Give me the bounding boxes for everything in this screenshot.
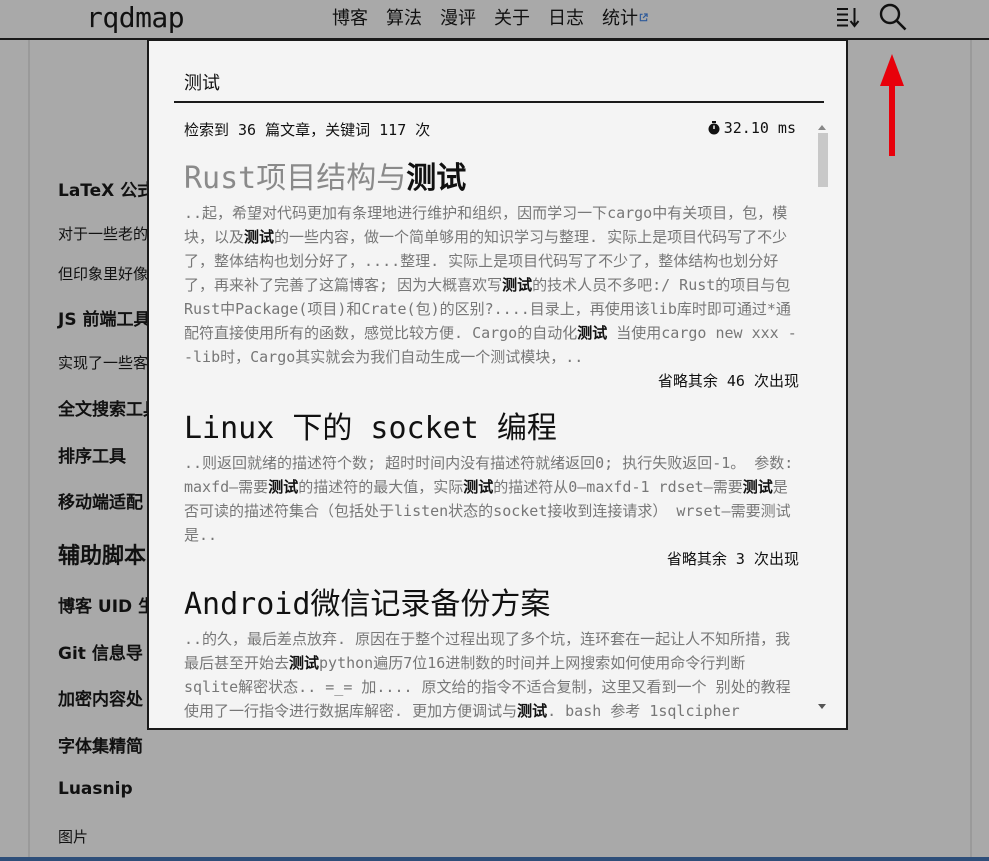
- result-excerpt: ..则返回就绪的描述符个数; 超时时间内没有描述符就绪返回0; 执行失败返回-1…: [184, 451, 799, 547]
- nav-blog[interactable]: 博客: [332, 4, 368, 30]
- sidebar-item: 对于一些老的: [58, 225, 149, 243]
- results-scrollbar[interactable]: [815, 121, 829, 713]
- nav-algorithm[interactable]: 算法: [386, 4, 422, 30]
- nav-about[interactable]: 关于: [494, 4, 530, 30]
- top-nav: rqdmap 博客 算法 漫评 关于 日志 统计: [0, 0, 989, 40]
- sidebar-item[interactable]: Luasnip: [58, 779, 133, 799]
- search-results: Rust项目结构与测试 ..起，希望对代码更加有条理地进行维护和组织，因而学习一下…: [184, 159, 799, 723]
- keyword-highlight: 测试: [268, 478, 299, 496]
- sidebar-item[interactable]: LaTeX 公式: [58, 176, 154, 201]
- sidebar-item[interactable]: 字体集精简: [58, 732, 143, 757]
- search-modal: 检索到 36 篇文章，关键词 117 次 32.10 ms Rust项目结构与测…: [147, 39, 848, 730]
- keyword-highlight: 测试: [463, 478, 494, 496]
- search-result: Linux 下的 socket 编程 ..则返回就绪的描述符个数; 超时时间内没有…: [184, 409, 799, 571]
- bottom-accent: [0, 857, 989, 861]
- sidebar-item: 图片: [58, 828, 89, 846]
- keyword-highlight: 测试: [502, 276, 533, 294]
- sidebar-item[interactable]: Git 信息导: [58, 639, 143, 664]
- sidebar-item[interactable]: 排序工具: [58, 442, 126, 467]
- sidebar-item[interactable]: 移动端适配: [58, 488, 143, 513]
- scroll-up-arrow[interactable]: [818, 125, 826, 130]
- scroll-down-arrow[interactable]: [818, 704, 826, 709]
- search-input[interactable]: [174, 63, 824, 103]
- nav-reviews[interactable]: 漫评: [440, 4, 476, 30]
- external-link-icon: [639, 13, 648, 22]
- annotation-arrow: [880, 54, 904, 156]
- sidebar-item[interactable]: 加密内容处: [58, 685, 143, 710]
- nav-stats: 统计: [602, 8, 638, 29]
- search-time: 32.10 ms: [723, 119, 796, 137]
- sidebar-item[interactable]: JS 前端工具: [58, 305, 151, 330]
- nav-stats-link[interactable]: 统计: [602, 4, 648, 30]
- result-title: Android微信记录备份方案: [184, 587, 551, 622]
- search-icon[interactable]: [878, 2, 908, 32]
- keyword-highlight: 测试: [742, 478, 773, 496]
- excerpt-text: 的描述符的最大值，实际: [298, 478, 464, 496]
- search-timing: 32.10 ms: [707, 119, 796, 137]
- nav-log[interactable]: 日志: [548, 4, 584, 30]
- result-more-count: 省略其余 3 次出现: [666, 550, 799, 568]
- result-title: Rust项目结构与: [184, 161, 407, 196]
- sidebar-item[interactable]: 博客 UID 生: [58, 592, 155, 617]
- scroll-thumb[interactable]: [818, 133, 828, 187]
- sidebar-item: 实现了一些客: [58, 354, 149, 372]
- sidebar-item[interactable]: 全文搜索工具: [58, 395, 160, 420]
- result-title-link[interactable]: Linux 下的 socket 编程: [184, 409, 799, 449]
- timer-icon: [708, 121, 720, 135]
- result-title-keyword: 测试: [406, 161, 467, 196]
- sidebar-item[interactable]: 辅助脚本: [58, 538, 146, 570]
- result-more-count: 省略其余 46 次出现: [657, 372, 799, 390]
- result-title: Linux 下的 socket 编程: [184, 411, 557, 446]
- result-title-link[interactable]: Android微信记录备份方案: [184, 585, 799, 625]
- search-result: Android微信记录备份方案 ..的久，最后差点放弃. 原因在于整个过程出现了多…: [184, 585, 799, 723]
- result-excerpt: ..起，希望对代码更加有条理地进行维护和组织，因而学习一下cargo中有关项目，…: [184, 201, 799, 369]
- sidebar-item: 但印象里好像: [58, 265, 149, 283]
- result-excerpt: ..的久，最后差点放弃. 原因在于整个过程出现了多个坑，连环套在一起让人不知所措…: [184, 627, 799, 723]
- sort-icon[interactable]: [836, 6, 860, 28]
- keyword-highlight: 测试: [244, 228, 275, 246]
- nav-links: 博客 算法 漫评 关于 日志 统计: [332, 4, 648, 30]
- keyword-highlight: 测试: [517, 702, 548, 720]
- search-summary: 检索到 36 篇文章，关键词 117 次: [184, 121, 431, 139]
- keyword-highlight: 测试: [577, 324, 608, 342]
- excerpt-text: 的描述符从0—maxfd-1 rdset—需要: [493, 478, 743, 496]
- search-result: Rust项目结构与测试 ..起，希望对代码更加有条理地进行维护和组织，因而学习一下…: [184, 159, 799, 393]
- keyword-highlight: 测试: [289, 654, 320, 672]
- site-brand[interactable]: rqdmap: [86, 1, 185, 34]
- excerpt-text: . bash 参考 1sqlcipher: [547, 702, 740, 720]
- result-title-link[interactable]: Rust项目结构与测试: [184, 159, 799, 199]
